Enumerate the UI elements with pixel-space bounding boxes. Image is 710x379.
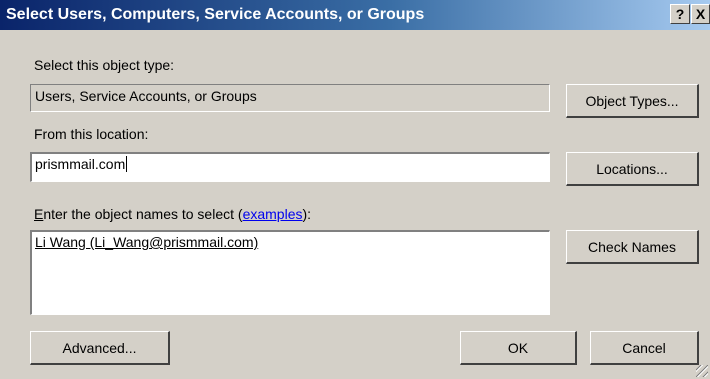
location-field: prismmail.com [30,152,550,182]
location-label: From this location: [34,126,149,142]
advanced-button[interactable]: Advanced... [30,331,170,365]
ok-button[interactable]: OK [460,331,577,365]
resize-grip[interactable] [696,365,708,377]
help-icon: ? [675,6,685,22]
check-names-button[interactable]: Check Names [566,230,699,264]
help-button[interactable]: ? [670,4,690,24]
cancel-button[interactable]: Cancel [590,331,699,365]
object-type-label: Select this object type: [34,57,175,73]
object-names-input[interactable]: Li Wang (Li_Wang@prismmail.com) [30,230,550,315]
close-button[interactable]: X [691,4,710,24]
object-names-label: Enter the object names to select (exampl… [34,206,311,222]
object-types-button[interactable]: Object Types... [566,84,699,118]
locations-button[interactable]: Locations... [566,152,699,186]
location-value: prismmail.com [35,156,126,172]
close-icon: X [695,6,706,22]
object-type-field: Users, Service Accounts, or Groups [30,84,550,112]
title-bar: Select Users, Computers, Service Account… [0,0,710,30]
resolved-name: Li Wang (Li_Wang@prismmail.com) [35,234,259,250]
select-users-dialog: Select Users, Computers, Service Account… [0,0,710,379]
object-names-label-end: ): [302,206,312,222]
accelerator-key: E [34,206,44,222]
text-caret [126,156,128,172]
object-names-label-text: nter the object names to select ( [43,206,243,222]
window-title: Select Users, Computers, Service Account… [6,6,425,23]
examples-link[interactable]: examples [243,206,303,222]
